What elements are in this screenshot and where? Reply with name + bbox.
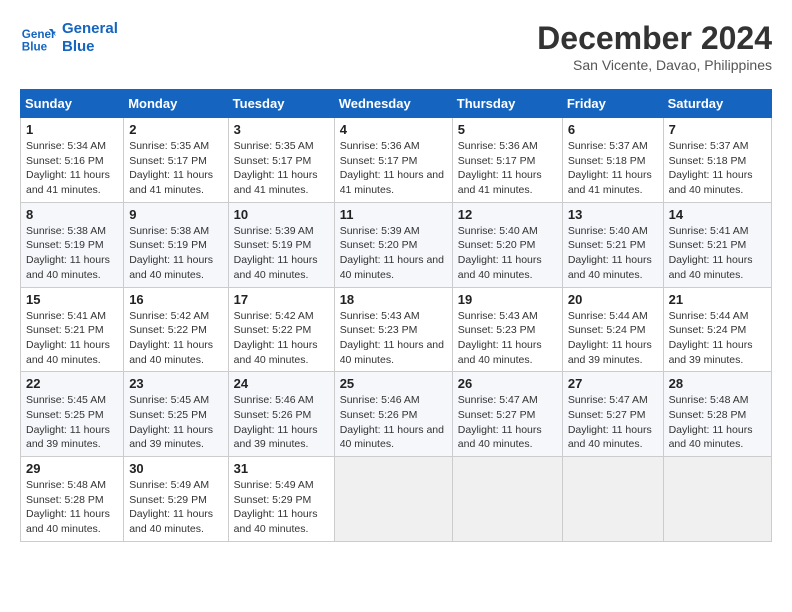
logo-line1: General: [62, 20, 118, 38]
table-row: [452, 457, 562, 542]
table-row: 20Sunrise: 5:44 AMSunset: 5:24 PMDayligh…: [562, 287, 663, 372]
table-row: 31Sunrise: 5:49 AMSunset: 5:29 PMDayligh…: [228, 457, 334, 542]
table-row: 2Sunrise: 5:35 AMSunset: 5:17 PMDaylight…: [124, 118, 228, 203]
calendar-row: 29Sunrise: 5:48 AMSunset: 5:28 PMDayligh…: [21, 457, 772, 542]
table-row: 14Sunrise: 5:41 AMSunset: 5:21 PMDayligh…: [663, 202, 771, 287]
logo-icon: General Blue: [20, 20, 56, 56]
table-row: 13Sunrise: 5:40 AMSunset: 5:21 PMDayligh…: [562, 202, 663, 287]
main-title: December 2024: [537, 20, 772, 57]
calendar-row: 15Sunrise: 5:41 AMSunset: 5:21 PMDayligh…: [21, 287, 772, 372]
logo-line2: Blue: [62, 38, 118, 56]
table-row: 18Sunrise: 5:43 AMSunset: 5:23 PMDayligh…: [334, 287, 452, 372]
table-row: 7Sunrise: 5:37 AMSunset: 5:18 PMDaylight…: [663, 118, 771, 203]
header-tuesday: Tuesday: [228, 90, 334, 118]
table-row: [663, 457, 771, 542]
table-row: 1Sunrise: 5:34 AMSunset: 5:16 PMDaylight…: [21, 118, 124, 203]
table-row: 23Sunrise: 5:45 AMSunset: 5:25 PMDayligh…: [124, 372, 228, 457]
table-row: 16Sunrise: 5:42 AMSunset: 5:22 PMDayligh…: [124, 287, 228, 372]
calendar-table: SundayMondayTuesdayWednesdayThursdayFrid…: [20, 89, 772, 542]
header-sunday: Sunday: [21, 90, 124, 118]
table-row: 11Sunrise: 5:39 AMSunset: 5:20 PMDayligh…: [334, 202, 452, 287]
calendar-row: 8Sunrise: 5:38 AMSunset: 5:19 PMDaylight…: [21, 202, 772, 287]
calendar-row: 1Sunrise: 5:34 AMSunset: 5:16 PMDaylight…: [21, 118, 772, 203]
subtitle: San Vicente, Davao, Philippines: [537, 57, 772, 73]
header-friday: Friday: [562, 90, 663, 118]
table-row: 29Sunrise: 5:48 AMSunset: 5:28 PMDayligh…: [21, 457, 124, 542]
table-row: 15Sunrise: 5:41 AMSunset: 5:21 PMDayligh…: [21, 287, 124, 372]
table-row: 8Sunrise: 5:38 AMSunset: 5:19 PMDaylight…: [21, 202, 124, 287]
header-saturday: Saturday: [663, 90, 771, 118]
table-row: 27Sunrise: 5:47 AMSunset: 5:27 PMDayligh…: [562, 372, 663, 457]
table-row: 30Sunrise: 5:49 AMSunset: 5:29 PMDayligh…: [124, 457, 228, 542]
header-monday: Monday: [124, 90, 228, 118]
table-row: 21Sunrise: 5:44 AMSunset: 5:24 PMDayligh…: [663, 287, 771, 372]
svg-text:Blue: Blue: [22, 41, 48, 54]
page-header: General Blue General Blue December 2024 …: [20, 20, 772, 73]
table-row: 28Sunrise: 5:48 AMSunset: 5:28 PMDayligh…: [663, 372, 771, 457]
table-row: 19Sunrise: 5:43 AMSunset: 5:23 PMDayligh…: [452, 287, 562, 372]
table-row: 10Sunrise: 5:39 AMSunset: 5:19 PMDayligh…: [228, 202, 334, 287]
table-row: 24Sunrise: 5:46 AMSunset: 5:26 PMDayligh…: [228, 372, 334, 457]
table-row: 25Sunrise: 5:46 AMSunset: 5:26 PMDayligh…: [334, 372, 452, 457]
logo: General Blue General Blue: [20, 20, 118, 56]
calendar-header-row: SundayMondayTuesdayWednesdayThursdayFrid…: [21, 90, 772, 118]
table-row: 3Sunrise: 5:35 AMSunset: 5:17 PMDaylight…: [228, 118, 334, 203]
table-row: 22Sunrise: 5:45 AMSunset: 5:25 PMDayligh…: [21, 372, 124, 457]
table-row: [334, 457, 452, 542]
table-row: [562, 457, 663, 542]
table-row: 6Sunrise: 5:37 AMSunset: 5:18 PMDaylight…: [562, 118, 663, 203]
header-wednesday: Wednesday: [334, 90, 452, 118]
table-row: 5Sunrise: 5:36 AMSunset: 5:17 PMDaylight…: [452, 118, 562, 203]
table-row: 12Sunrise: 5:40 AMSunset: 5:20 PMDayligh…: [452, 202, 562, 287]
table-row: 26Sunrise: 5:47 AMSunset: 5:27 PMDayligh…: [452, 372, 562, 457]
title-area: December 2024 San Vicente, Davao, Philip…: [537, 20, 772, 73]
table-row: 17Sunrise: 5:42 AMSunset: 5:22 PMDayligh…: [228, 287, 334, 372]
table-row: 9Sunrise: 5:38 AMSunset: 5:19 PMDaylight…: [124, 202, 228, 287]
header-thursday: Thursday: [452, 90, 562, 118]
table-row: 4Sunrise: 5:36 AMSunset: 5:17 PMDaylight…: [334, 118, 452, 203]
calendar-row: 22Sunrise: 5:45 AMSunset: 5:25 PMDayligh…: [21, 372, 772, 457]
